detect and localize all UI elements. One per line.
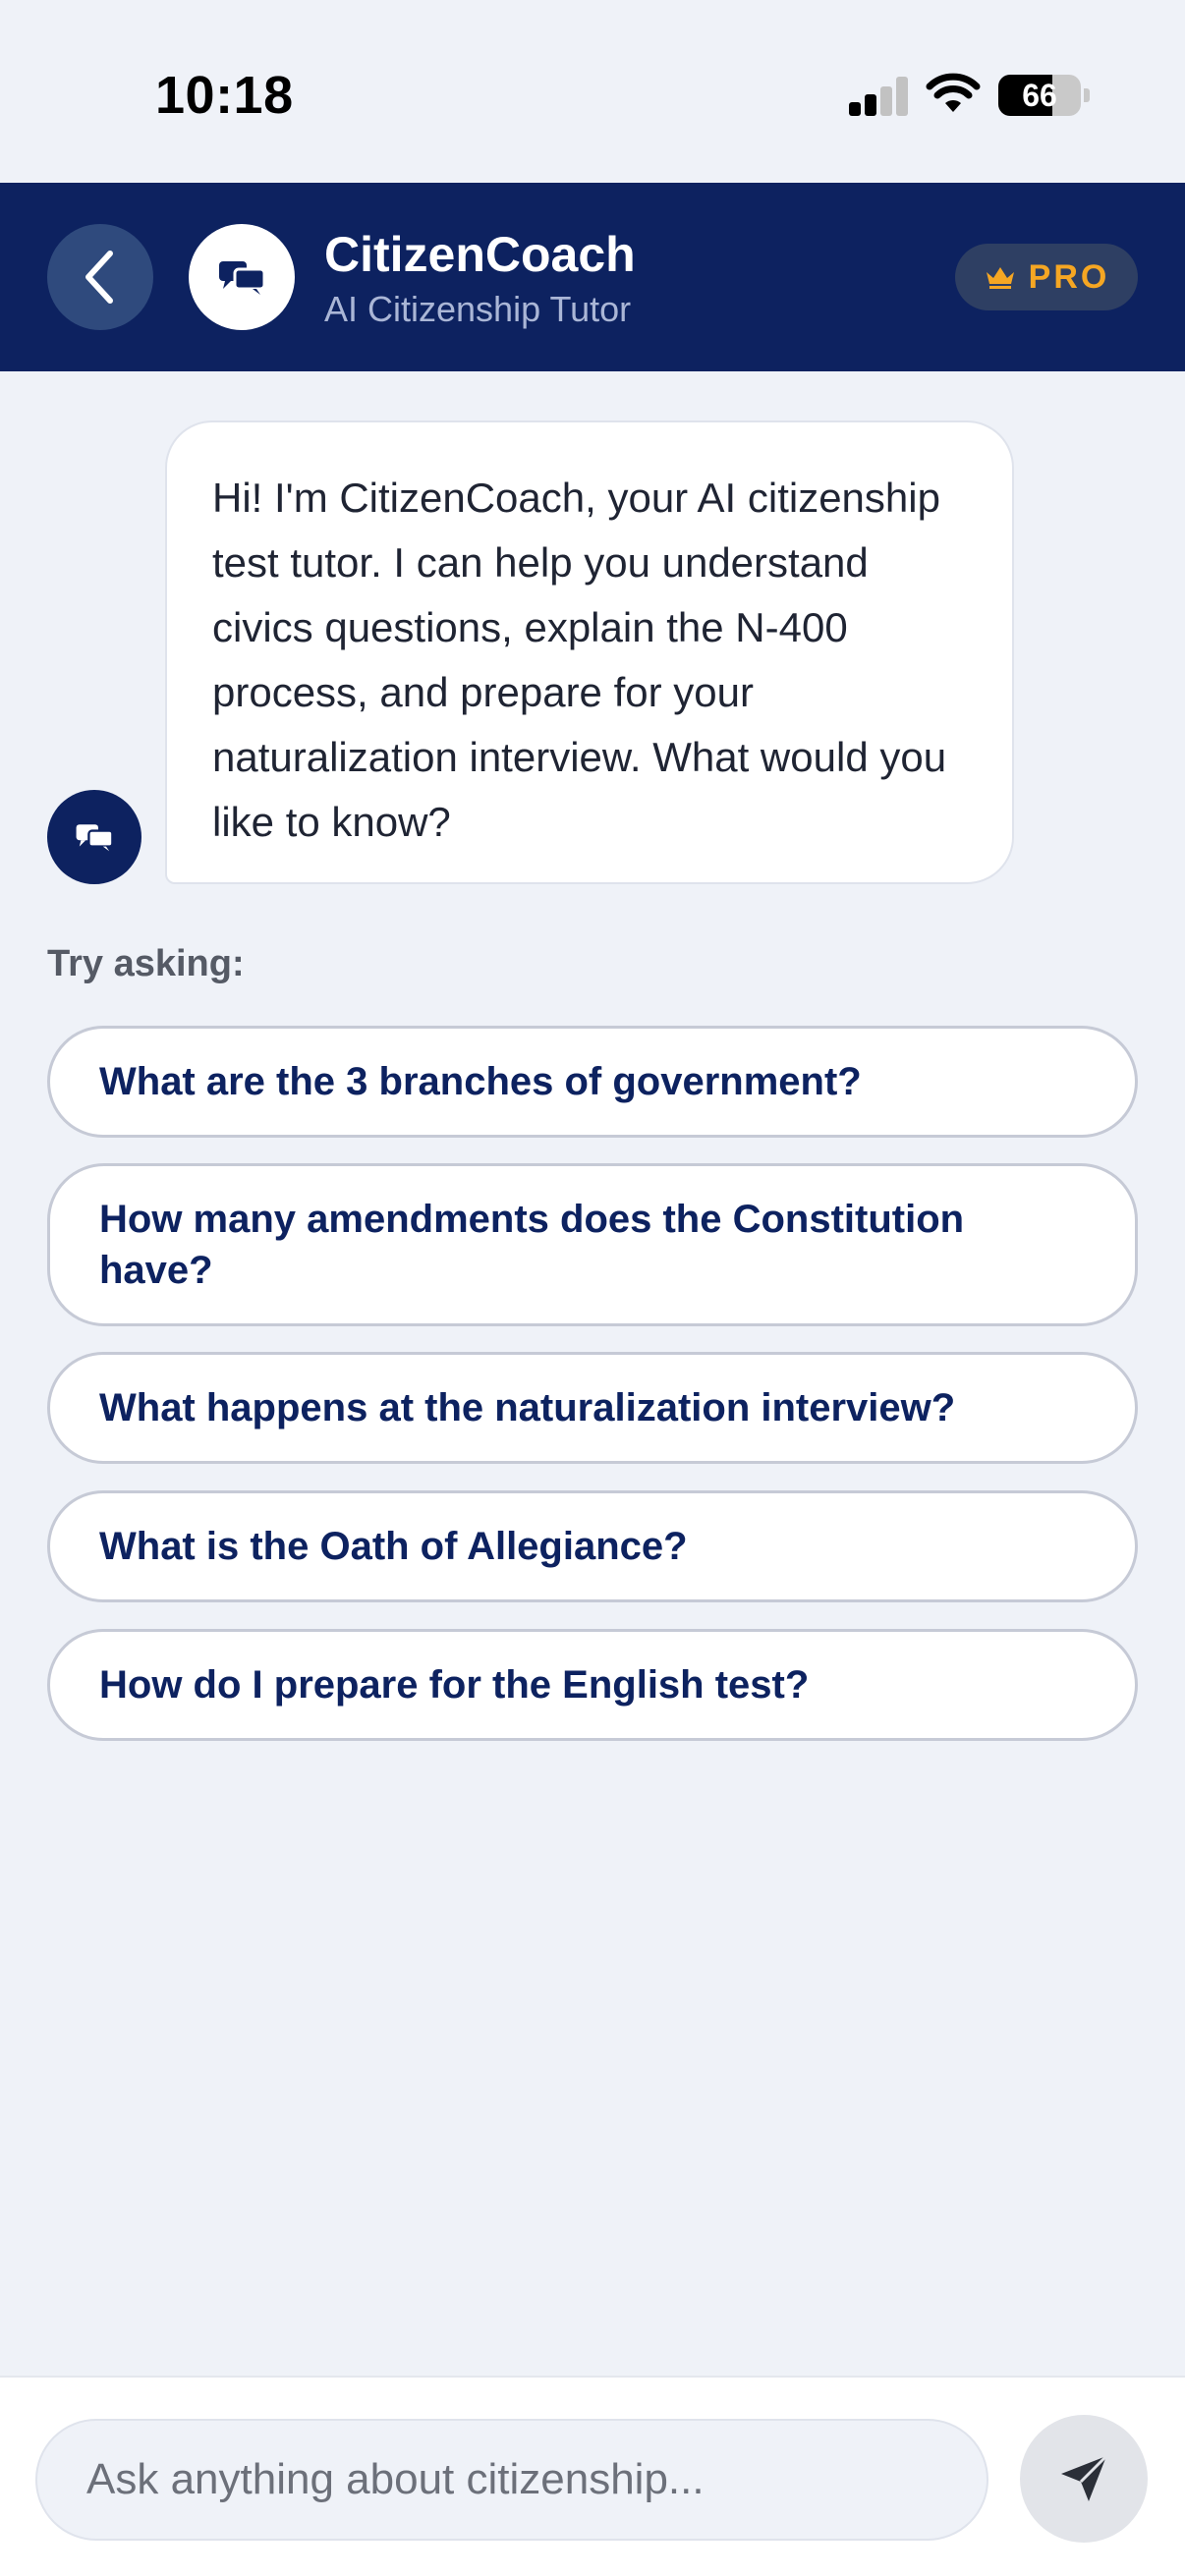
app-logo — [189, 224, 295, 330]
crown-icon — [986, 267, 1014, 289]
suggestion-chip[interactable]: What happens at the naturalization inter… — [47, 1352, 1138, 1464]
battery-percent: 66 — [1022, 78, 1057, 113]
paper-plane-icon — [1061, 2454, 1108, 2501]
input-bar — [0, 2376, 1185, 2576]
suggestion-chip[interactable]: How do I prepare for the English test? — [47, 1629, 1138, 1741]
chat-bubbles-icon — [219, 261, 266, 295]
status-time: 10:18 — [155, 66, 294, 125]
battery-icon: 66 — [998, 75, 1081, 116]
bot-message-bubble: Hi! I'm CitizenCoach, your AI citizenshi… — [165, 420, 1014, 884]
message-input[interactable] — [35, 2419, 988, 2541]
suggestions-label: Try asking: — [47, 943, 245, 984]
suggestion-chip[interactable]: What are the 3 branches of government? — [47, 1026, 1138, 1138]
send-button[interactable] — [1020, 2415, 1148, 2543]
chat-bubbles-icon — [76, 824, 114, 852]
app-header: CitizenCoach AI Citizenship Tutor PRO — [0, 183, 1185, 371]
battery-cap — [1084, 88, 1090, 102]
suggestion-chip[interactable]: How many amendments does the Constitutio… — [47, 1163, 1138, 1326]
pro-badge-label: PRO — [1028, 257, 1110, 296]
suggestion-chip[interactable]: What is the Oath of Allegiance? — [47, 1490, 1138, 1602]
status-bar: 10:18 66 — [0, 0, 1185, 183]
app-subtitle: AI Citizenship Tutor — [324, 289, 632, 329]
bot-avatar — [47, 790, 141, 884]
cellular-signal-icon — [849, 77, 908, 116]
chevron-left-icon — [85, 251, 113, 304]
pro-badge[interactable]: PRO — [955, 244, 1138, 310]
chat-screen: 10:18 66 CitizenCoach AI Citizenship Tut… — [0, 0, 1185, 2576]
back-button[interactable] — [47, 224, 153, 330]
wifi-icon — [926, 73, 981, 112]
app-title: CitizenCoach — [324, 227, 636, 282]
